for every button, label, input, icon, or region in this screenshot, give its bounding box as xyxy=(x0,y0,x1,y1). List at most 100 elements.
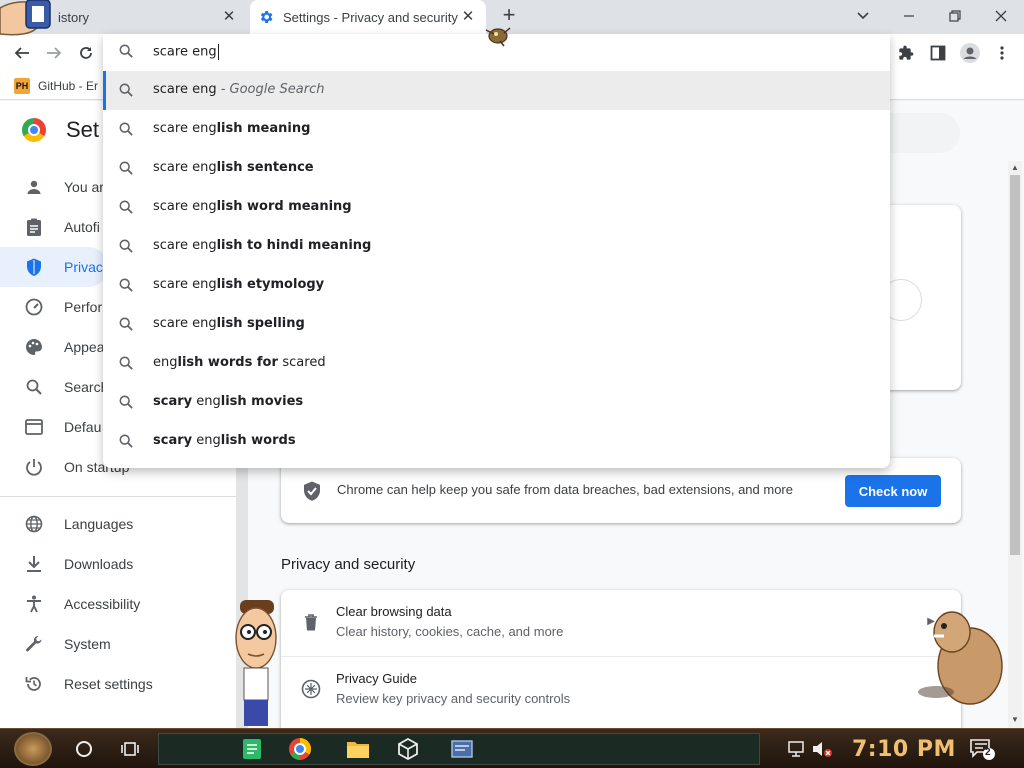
omnibox-suggestion[interactable]: scare english meaning xyxy=(103,110,890,149)
reset-icon xyxy=(24,674,44,694)
side-panel-icon[interactable] xyxy=(925,40,951,66)
search-icon xyxy=(119,395,133,413)
suggestion-text: scare english spelling xyxy=(153,316,305,331)
sidebar-item-accessibility[interactable]: Accessibility xyxy=(0,584,236,624)
sidebar-item-label: Autofi xyxy=(64,219,100,235)
sidebar-item-label: Privac xyxy=(64,259,103,275)
back-arrow-icon[interactable] xyxy=(9,40,35,66)
scrollbar-thumb[interactable] xyxy=(1010,175,1020,555)
page-scrollbar[interactable]: ▲ ▼ xyxy=(1008,161,1022,728)
omnibox-suggestion[interactable]: scare english to hindi meaning xyxy=(103,227,890,266)
reload-icon[interactable] xyxy=(73,40,99,66)
omnibox-suggestion[interactable]: scary english movies xyxy=(103,383,890,422)
clear-browsing-data-row[interactable]: Clear browsing data Clear history, cooki… xyxy=(281,590,961,656)
sidebar-item-system[interactable]: System xyxy=(0,624,236,664)
product-hunt-icon: PH xyxy=(14,78,30,94)
shield-icon xyxy=(24,257,44,277)
cartoon-beaver-icon xyxy=(916,604,1008,708)
tab-title: Settings - Privacy and security xyxy=(283,9,458,25)
window-app-icon[interactable] xyxy=(448,735,476,763)
notes-app-icon[interactable] xyxy=(238,735,266,763)
cortana-circle-icon[interactable] xyxy=(70,735,98,763)
tab-close-icon[interactable]: ✕ xyxy=(460,9,476,25)
clipboard-icon xyxy=(24,217,44,237)
tab-close-icon[interactable]: ✕ xyxy=(221,9,237,25)
settings-header: Set xyxy=(22,117,99,143)
trash-icon xyxy=(301,612,321,632)
tab-title: istory xyxy=(58,9,90,25)
address-bar-text[interactable]: scare eng xyxy=(153,44,219,60)
search-icon xyxy=(24,377,44,397)
suggestion-text: scare english etymology xyxy=(153,277,325,292)
search-icon xyxy=(119,200,133,218)
mouse-pointer-bug-icon xyxy=(484,20,516,52)
search-icon xyxy=(119,239,133,257)
row-subtitle: Clear history, cookies, cache, and more xyxy=(336,624,564,639)
extensions-puzzle-icon[interactable] xyxy=(893,40,919,66)
person-icon xyxy=(24,177,44,197)
check-now-button[interactable]: Check now xyxy=(845,475,941,507)
sidebar-item-downloads[interactable]: Downloads xyxy=(0,544,236,584)
privacy-section-title: Privacy and security xyxy=(281,556,416,573)
minimize-icon[interactable] xyxy=(886,4,932,28)
download-icon xyxy=(24,554,44,574)
close-window-icon[interactable] xyxy=(978,4,1024,28)
task-view-icon[interactable] xyxy=(116,735,144,763)
scroll-up-arrow-icon[interactable]: ▲ xyxy=(1011,163,1019,172)
search-icon xyxy=(119,83,133,101)
globe-icon xyxy=(24,514,44,534)
search-icon xyxy=(119,434,133,452)
row-subtitle: Review key privacy and security controls xyxy=(336,691,571,706)
speedometer-icon xyxy=(24,297,44,317)
suggestion-text: scary english words xyxy=(153,433,296,448)
cartoon-hand-icon xyxy=(0,0,54,36)
omnibox-suggestion[interactable]: scary english words xyxy=(103,422,890,461)
privacy-guide-row[interactable]: Privacy Guide Review key privacy and sec… xyxy=(281,656,961,722)
suggestion-text: scare english meaning xyxy=(153,121,311,136)
omnibox-suggestion[interactable]: scare english etymology xyxy=(103,266,890,305)
search-icon xyxy=(119,317,133,335)
sidebar-item-languages[interactable]: Languages xyxy=(0,504,236,544)
taskbar: 7:10 PM 2 xyxy=(0,728,1024,768)
search-icon xyxy=(119,122,133,140)
forward-arrow-icon[interactable] xyxy=(41,40,67,66)
suggestion-text: scare english word meaning xyxy=(153,199,352,214)
sidebar-item-label: Perfor xyxy=(64,299,103,315)
profile-avatar-icon[interactable] xyxy=(957,40,983,66)
suggestion-text: english words for scared xyxy=(153,355,326,370)
volume-muted-icon[interactable] xyxy=(808,735,836,763)
kebab-menu-icon[interactable] xyxy=(989,40,1015,66)
sidebar-item-privacy[interactable]: Privac xyxy=(0,247,108,287)
sidebar-item-label: Reset settings xyxy=(64,676,153,692)
notification-count-badge: 2 xyxy=(985,747,991,758)
sidebar-item-label: Search xyxy=(64,379,109,395)
scroll-down-arrow-icon[interactable]: ▼ xyxy=(1011,715,1019,724)
unity-app-icon[interactable] xyxy=(394,735,422,763)
wrench-icon xyxy=(24,634,44,654)
sidebar-item-reset-settings[interactable]: Reset settings xyxy=(0,664,236,704)
search-icon xyxy=(119,44,133,61)
chrome-taskbar-icon[interactable] xyxy=(286,735,314,763)
suggestion-text: scare english to hindi meaning xyxy=(153,238,372,253)
omnibox-suggestion[interactable]: scare english sentence xyxy=(103,149,890,188)
file-explorer-icon[interactable] xyxy=(344,735,372,763)
taskbar-clock[interactable]: 7:10 PM xyxy=(852,737,956,762)
privacy-card: Clear browsing data Clear history, cooki… xyxy=(281,590,961,728)
search-icon xyxy=(119,161,133,179)
notification-center-icon[interactable]: 2 xyxy=(968,735,996,763)
sidebar-item-label: Defau xyxy=(64,419,102,435)
omnibox-suggestion[interactable]: scare english word meaning xyxy=(103,188,890,227)
omnibox-suggestion[interactable]: scare eng - Google Search xyxy=(103,71,890,110)
cartoon-man-icon xyxy=(228,600,284,728)
tab-search-chevron-icon[interactable] xyxy=(840,4,886,28)
tab-settings[interactable]: Settings - Privacy and security ✕ xyxy=(250,0,486,34)
bookmark-github[interactable]: PH GitHub - Er xyxy=(14,78,98,94)
browser-icon xyxy=(24,417,44,437)
start-button[interactable] xyxy=(14,732,52,766)
omnibox-suggestion[interactable]: english words for scared xyxy=(103,344,890,383)
restore-icon[interactable] xyxy=(932,4,978,28)
palette-icon xyxy=(24,337,44,357)
omnibox-suggestion[interactable]: scare english spelling xyxy=(103,305,890,344)
suggestion-text: scary english movies xyxy=(153,394,304,409)
page-title: Set xyxy=(66,117,100,142)
